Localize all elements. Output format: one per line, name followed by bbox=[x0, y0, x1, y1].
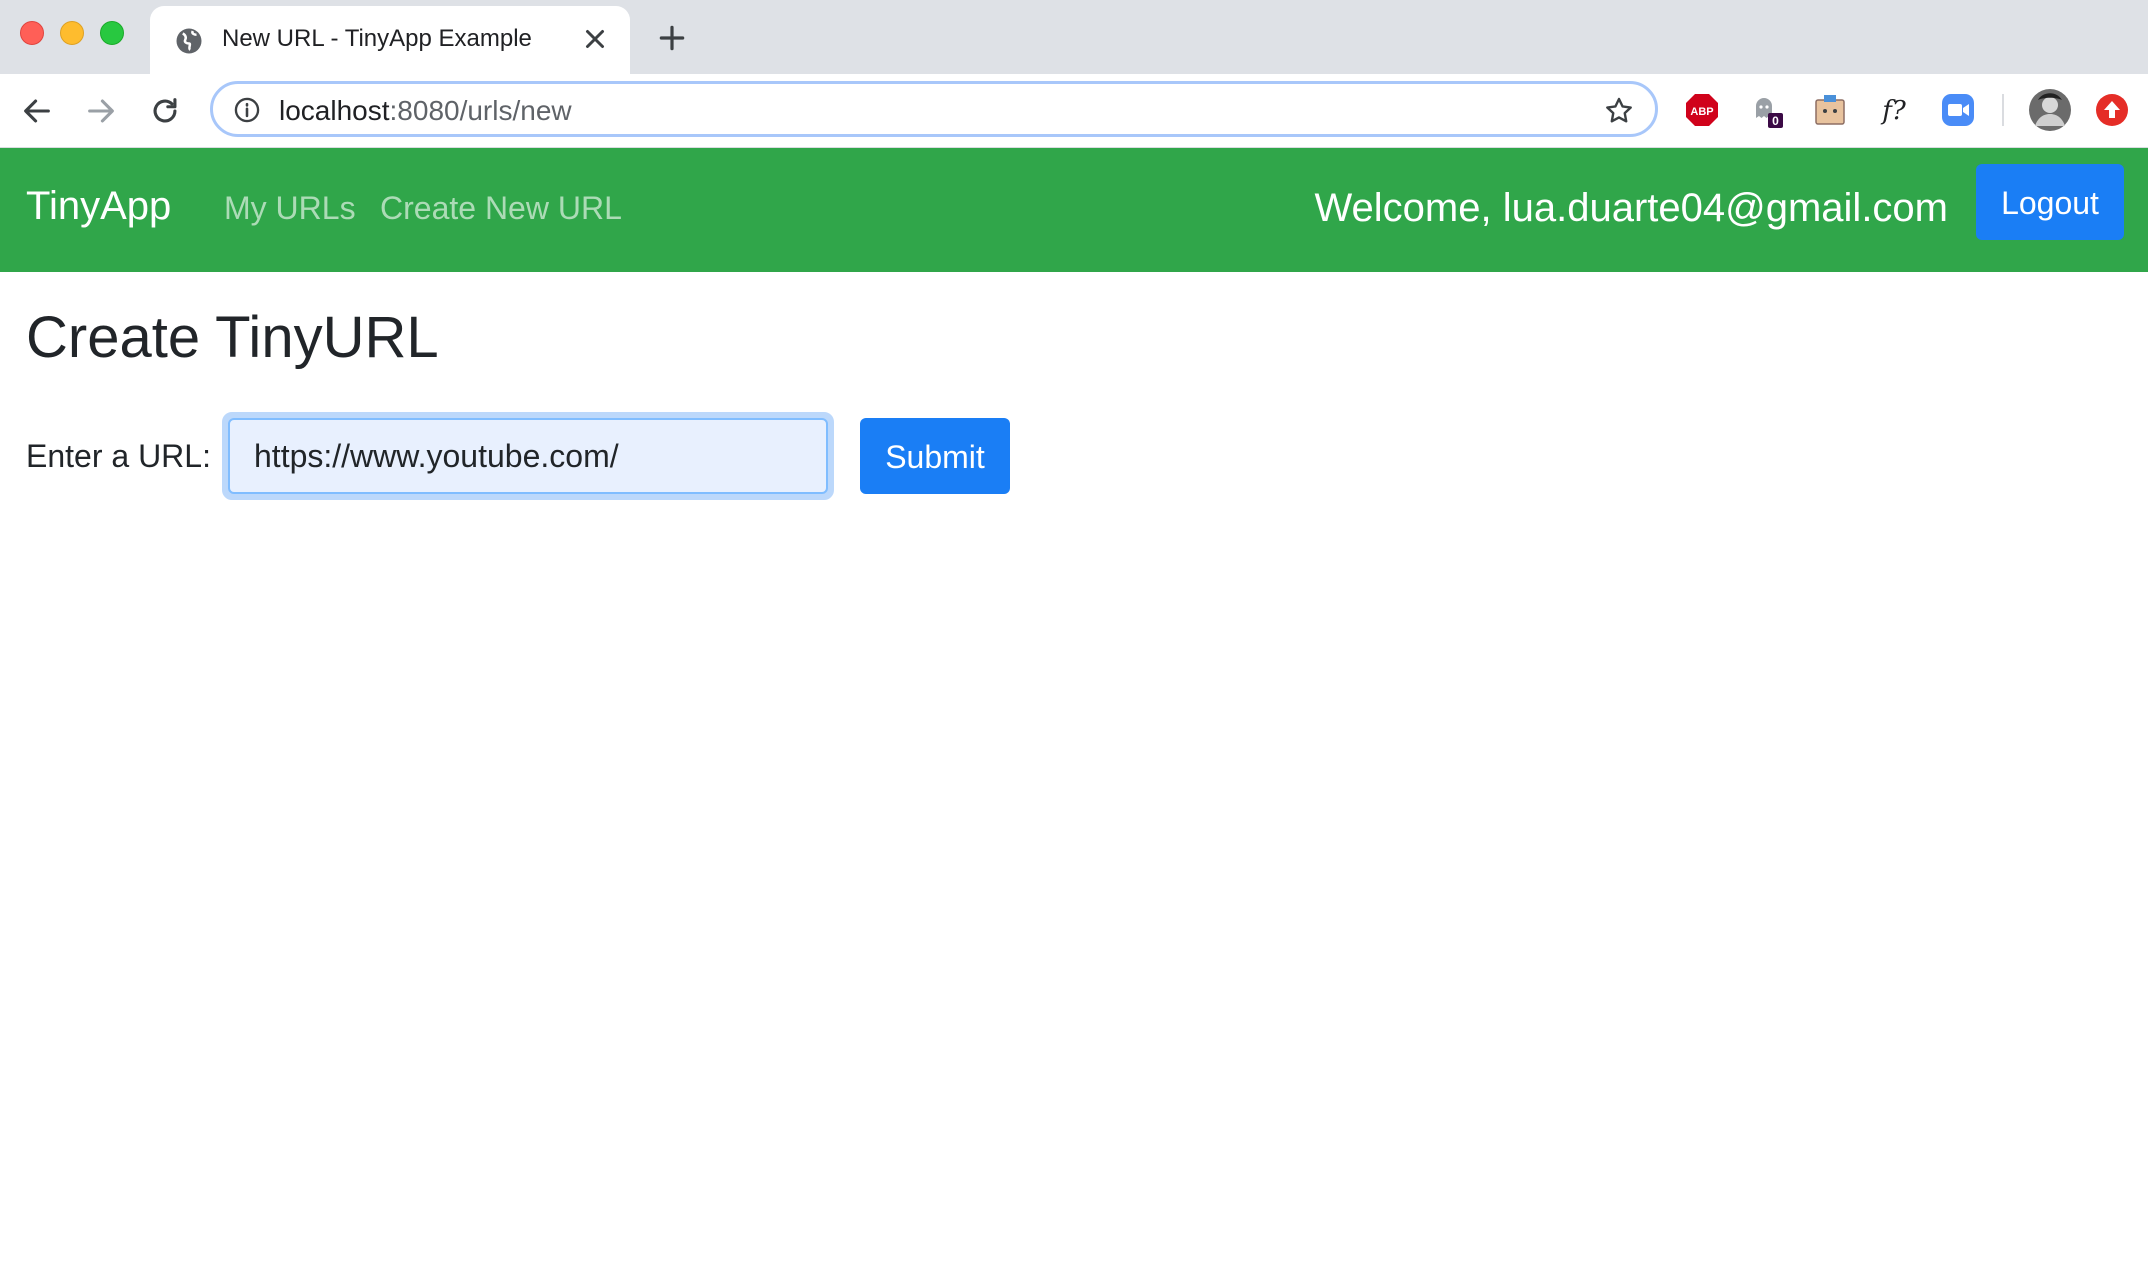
url-host: localhost bbox=[279, 95, 390, 126]
tab-title: New URL - TinyApp Example bbox=[222, 25, 532, 52]
nav-link-create-new-url[interactable]: Create New URL bbox=[380, 190, 622, 227]
url-input-focus-ring bbox=[222, 412, 834, 500]
globe-icon bbox=[176, 28, 202, 54]
submit-button[interactable]: Submit bbox=[860, 418, 1010, 494]
url-input[interactable] bbox=[228, 418, 828, 494]
welcome-message: Welcome, lua.duarte04@gmail.com bbox=[1314, 186, 1948, 230]
toolbar-separator bbox=[2002, 94, 2004, 126]
update-arrow-icon[interactable] bbox=[2094, 92, 2130, 128]
whatfont-label: f? bbox=[1880, 96, 1907, 126]
browser-tab-strip: New URL - TinyApp Example bbox=[0, 0, 2148, 74]
extension-box-icon[interactable] bbox=[1812, 92, 1848, 128]
profile-avatar-icon[interactable] bbox=[2028, 88, 2072, 132]
ghostery-icon[interactable]: 0 bbox=[1748, 92, 1784, 128]
adblock-label: ABP bbox=[1690, 106, 1713, 118]
window-minimize-button[interactable] bbox=[60, 21, 84, 45]
bookmark-star-icon[interactable] bbox=[1603, 95, 1635, 127]
adblock-plus-icon[interactable]: ABP bbox=[1684, 92, 1720, 128]
address-bar[interactable]: localhost:8080/urls/new bbox=[210, 81, 1658, 137]
logout-button[interactable]: Logout bbox=[1976, 164, 2124, 240]
url-field-label: Enter a URL: bbox=[26, 438, 211, 474]
window-close-button[interactable] bbox=[20, 21, 44, 45]
url-path: :8080/urls/new bbox=[389, 95, 572, 126]
zoom-icon[interactable] bbox=[1940, 92, 1976, 128]
browser-tab[interactable]: New URL - TinyApp Example bbox=[150, 6, 630, 74]
address-bar-url: localhost:8080/urls/new bbox=[279, 95, 572, 127]
forward-arrow-icon[interactable] bbox=[84, 94, 118, 128]
brand-link[interactable]: TinyApp bbox=[26, 184, 171, 229]
new-tab-plus-icon[interactable] bbox=[656, 22, 688, 54]
window-maximize-button[interactable] bbox=[100, 21, 124, 45]
ghostery-badge: 0 bbox=[1772, 114, 1779, 128]
page-title: Create TinyURL bbox=[26, 305, 439, 370]
nav-link-my-urls[interactable]: My URLs bbox=[224, 190, 356, 227]
reload-icon[interactable] bbox=[148, 94, 182, 128]
app-navbar: TinyApp My URLs Create New URL Welcome, … bbox=[0, 148, 2148, 272]
whatfont-icon[interactable]: f? bbox=[1876, 92, 1912, 128]
back-arrow-icon[interactable] bbox=[20, 94, 54, 128]
info-icon[interactable] bbox=[233, 96, 261, 124]
close-icon[interactable] bbox=[580, 24, 610, 54]
